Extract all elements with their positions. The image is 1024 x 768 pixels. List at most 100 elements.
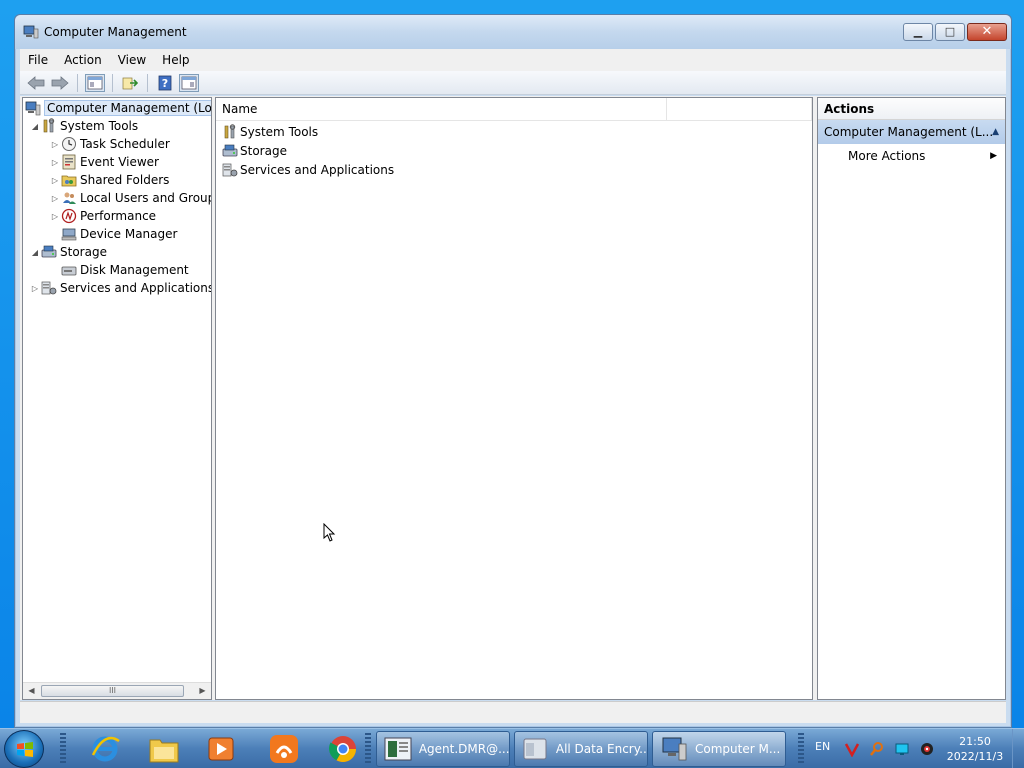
clock-time: 21:50	[959, 735, 991, 748]
tree-item-performance[interactable]: ▷ Performance	[49, 207, 156, 225]
tree-label-storage: Storage	[60, 245, 107, 259]
collapse-up-icon[interactable]: ▲	[992, 120, 999, 144]
scroll-thumb[interactable]: III	[41, 685, 184, 697]
tree-item-disk-management[interactable]: Disk Management	[61, 261, 189, 279]
media-player-icon[interactable]	[200, 732, 242, 766]
taskbar-grip[interactable]	[60, 733, 66, 765]
tree-label-disk-management: Disk Management	[80, 263, 189, 277]
start-button[interactable]	[4, 730, 44, 768]
close-button[interactable]: ✕	[967, 23, 1007, 41]
collapsed-arrow-icon[interactable]: ▷	[29, 284, 41, 293]
uc-browser-icon[interactable]	[263, 732, 305, 766]
back-icon[interactable]	[26, 74, 46, 92]
help-icon[interactable]: ?	[155, 74, 175, 92]
status-bar	[20, 701, 1006, 723]
tree-item-local-users[interactable]: ▷ Local Users and Groups	[49, 189, 212, 207]
tree-item-storage[interactable]: ◢ Storage	[29, 243, 107, 261]
tree-item-root[interactable]: Computer Management (Local	[25, 99, 211, 117]
column-header-name[interactable]: Name	[216, 98, 667, 120]
task-label: Agent.DMR@...	[418, 742, 509, 756]
close-icon: ✕	[981, 24, 993, 39]
tree-horizontal-scrollbar[interactable]: ◀ III ▶	[23, 682, 211, 699]
expanded-arrow-icon[interactable]: ◢	[29, 122, 41, 131]
search-tool-icon[interactable]	[868, 740, 886, 758]
actions-section-computer-management[interactable]: Computer Management (L... ▲	[818, 120, 1005, 144]
storage-icon	[222, 143, 238, 159]
internet-explorer-icon[interactable]	[84, 732, 126, 766]
clock-icon	[61, 136, 77, 152]
taskbar: Agent.DMR@... All Data Encry... Computer…	[0, 728, 1024, 768]
list-header: Name	[216, 98, 812, 121]
task-button-agent[interactable]: Agent.DMR@...	[376, 731, 510, 767]
taskbar-grip[interactable]	[365, 733, 371, 765]
svg-text:?: ?	[162, 77, 168, 90]
show-desktop-button[interactable]	[1012, 729, 1024, 768]
tree-item-shared-folders[interactable]: ▷ Shared Folders	[49, 171, 169, 189]
antivirus-v-icon[interactable]	[843, 740, 861, 758]
actions-section-label: Computer Management (L...	[824, 125, 994, 139]
windows-logo-icon	[17, 742, 33, 757]
task-label: Computer M...	[695, 742, 781, 756]
task-button-all-data-encryption[interactable]: All Data Encry...	[514, 731, 648, 767]
menu-view[interactable]: View	[110, 53, 154, 67]
language-indicator[interactable]: EN	[815, 740, 830, 753]
toolbar-separator	[147, 73, 148, 92]
column-header-blank[interactable]	[667, 98, 812, 120]
tree-item-device-manager[interactable]: Device Manager	[61, 225, 177, 243]
list-item[interactable]: System Tools	[222, 123, 318, 141]
title-bar[interactable]: Computer Management ▁ □ ✕	[15, 15, 1011, 49]
details-list: Name System Tools Storage Services and A…	[215, 97, 813, 700]
tree-label-local-users: Local Users and Groups	[80, 191, 212, 205]
list-item-label: Services and Applications	[240, 163, 395, 177]
show-hide-action-pane-icon[interactable]	[179, 73, 199, 92]
collapsed-arrow-icon[interactable]: ▷	[49, 158, 61, 167]
menu-bar: File Action View Help	[20, 49, 1006, 71]
more-actions-item[interactable]: More Actions ▶	[818, 144, 1005, 168]
collapsed-arrow-icon[interactable]: ▷	[49, 140, 61, 149]
show-hide-console-tree-icon[interactable]	[85, 73, 105, 92]
taskbar-grip[interactable]	[798, 733, 804, 765]
export-list-icon[interactable]	[120, 74, 140, 92]
tree-label-system-tools: System Tools	[60, 119, 139, 133]
collapsed-arrow-icon[interactable]: ▷	[49, 194, 61, 203]
list-item[interactable]: Storage	[222, 142, 287, 160]
expanded-arrow-icon[interactable]: ◢	[29, 248, 41, 257]
content-area: Computer Management (Local ◢ System Tool…	[20, 96, 1006, 700]
task-button-computer-management[interactable]: Computer M...	[652, 731, 786, 767]
webcam-icon[interactable]	[918, 740, 936, 758]
storage-icon	[41, 244, 57, 260]
network-monitor-icon[interactable]	[893, 740, 911, 758]
menu-action[interactable]: Action	[56, 53, 110, 67]
performance-icon	[61, 208, 77, 224]
system-tools-icon	[222, 124, 238, 140]
forward-icon[interactable]	[50, 74, 70, 92]
collapsed-arrow-icon[interactable]: ▷	[49, 176, 61, 185]
menu-help[interactable]: Help	[154, 53, 197, 67]
disk-management-icon	[61, 262, 77, 278]
clock[interactable]: 21:50 2022/11/3	[944, 734, 1006, 764]
computer-management-window: Computer Management ▁ □ ✕ File Action Vi…	[14, 14, 1012, 728]
maximize-button[interactable]: □	[935, 23, 965, 41]
menu-file[interactable]: File	[20, 53, 56, 67]
tree-item-services-apps[interactable]: ▷ Services and Applications	[29, 279, 211, 297]
submenu-arrow-icon: ▶	[990, 151, 997, 161]
minimize-button[interactable]: ▁	[903, 23, 933, 41]
scroll-left-icon[interactable]: ◀	[23, 683, 40, 699]
actions-pane: Actions Computer Management (L... ▲ More…	[817, 97, 1006, 700]
scroll-right-icon[interactable]: ▶	[194, 683, 211, 699]
device-manager-icon	[61, 226, 77, 242]
toolbar: ?	[20, 71, 1006, 95]
file-explorer-icon[interactable]	[143, 732, 185, 766]
list-item[interactable]: Services and Applications	[222, 161, 394, 179]
tree-label-root: Computer Management (Local	[44, 100, 211, 116]
window-title: Computer Management	[44, 25, 187, 39]
tree-label-performance: Performance	[80, 209, 157, 223]
tree-label-task-scheduler: Task Scheduler	[80, 137, 170, 151]
tree-item-event-viewer[interactable]: ▷ Event Viewer	[49, 153, 159, 171]
actions-header: Actions	[818, 98, 1005, 120]
tree-item-task-scheduler[interactable]: ▷ Task Scheduler	[49, 135, 170, 153]
more-actions-label: More Actions	[848, 149, 926, 163]
tree-item-system-tools[interactable]: ◢ System Tools	[29, 117, 138, 135]
chrome-icon[interactable]	[322, 732, 364, 766]
collapsed-arrow-icon[interactable]: ▷	[49, 212, 61, 221]
